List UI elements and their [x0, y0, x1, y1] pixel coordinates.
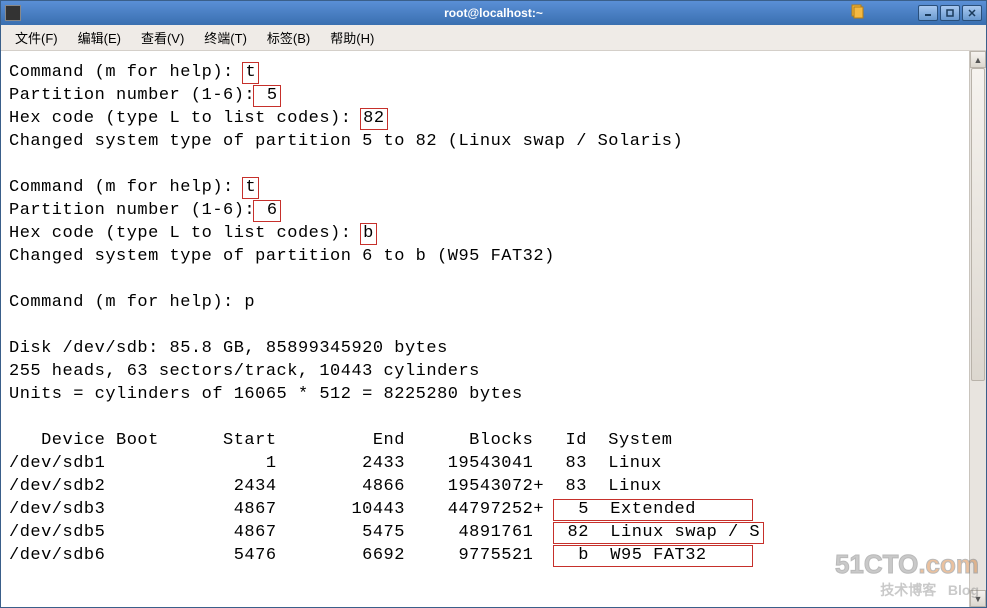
out-line: Partition number (1-6): — [9, 201, 255, 220]
menubar: 文件(F) 编辑(E) 查看(V) 终端(T) 标签(B) 帮助(H) — [1, 25, 986, 51]
out-line: Partition number (1-6): — [9, 86, 255, 105]
out-line: Hex code (type L to list codes): — [9, 109, 362, 128]
menu-help[interactable]: 帮助(H) — [322, 26, 382, 49]
table-row: /dev/sdb2 2434 4866 19543072+ 83 Linux — [9, 477, 662, 496]
menu-terminal[interactable]: 终端(T) — [196, 26, 255, 49]
out-line: Command (m for help): — [9, 178, 244, 197]
window-controls — [918, 5, 982, 21]
table-row: /dev/sdb6 5476 6692 9775521 — [9, 546, 555, 565]
table-header: Device Boot Start End Blocks Id System — [9, 431, 673, 450]
menu-view[interactable]: 查看(V) — [133, 26, 192, 49]
out-line: Disk /dev/sdb: 85.8 GB, 85899345920 byte… — [9, 339, 448, 358]
titlebar[interactable]: root@localhost:~ — [1, 1, 986, 25]
input-highlight-t2: t — [242, 177, 259, 199]
row-highlight-fat32: b W95 FAT32 — [553, 545, 754, 567]
out-line: Changed system type of partition 6 to b … — [9, 247, 555, 266]
table-row: /dev/sdb3 4867 10443 44797252+ — [9, 500, 555, 519]
maximize-button[interactable] — [940, 5, 960, 21]
out-line: Changed system type of partition 5 to 82… — [9, 132, 683, 151]
menu-edit[interactable]: 编辑(E) — [70, 26, 129, 49]
close-button[interactable] — [962, 5, 982, 21]
scroll-track[interactable] — [970, 68, 986, 590]
document-stack-icon — [848, 3, 866, 21]
menu-tabs[interactable]: 标签(B) — [259, 26, 318, 49]
out-line: Command (m for help): — [9, 63, 244, 82]
input-highlight-partnum2: 6 — [253, 200, 280, 222]
out-line: Hex code (type L to list codes): — [9, 224, 362, 243]
out-line: 255 heads, 63 sectors/track, 10443 cylin… — [9, 362, 480, 381]
scroll-thumb[interactable] — [971, 68, 985, 381]
out-line: Units = cylinders of 16065 * 512 = 82252… — [9, 385, 523, 404]
input-highlight-hex2: b — [360, 223, 377, 245]
out-line: Command (m for help): p — [9, 293, 255, 312]
minimize-button[interactable] — [918, 5, 938, 21]
terminal-window: root@localhost:~ 文件(F) 编辑(E) 查看(V) 终端(T)… — [0, 0, 987, 608]
table-row: /dev/sdb5 4867 5475 4891761 — [9, 523, 555, 542]
input-highlight-t1: t — [242, 62, 259, 84]
row-highlight-swap: 82 Linux swap / S — [553, 522, 764, 544]
input-highlight-hex1: 82 — [360, 108, 387, 130]
terminal-area: Command (m for help): t Partition number… — [1, 51, 986, 607]
scroll-down-button[interactable]: ▼ — [970, 590, 986, 607]
menu-file[interactable]: 文件(F) — [7, 26, 66, 49]
terminal-output[interactable]: Command (m for help): t Partition number… — [1, 51, 969, 607]
window-title: root@localhost:~ — [444, 6, 543, 20]
scroll-up-button[interactable]: ▲ — [970, 51, 986, 68]
row-highlight-extended: 5 Extended — [553, 499, 754, 521]
table-row: /dev/sdb1 1 2433 19543041 83 Linux — [9, 454, 662, 473]
vertical-scrollbar[interactable]: ▲ ▼ — [969, 51, 986, 607]
input-highlight-partnum1: 5 — [253, 85, 280, 107]
app-icon — [5, 5, 21, 21]
